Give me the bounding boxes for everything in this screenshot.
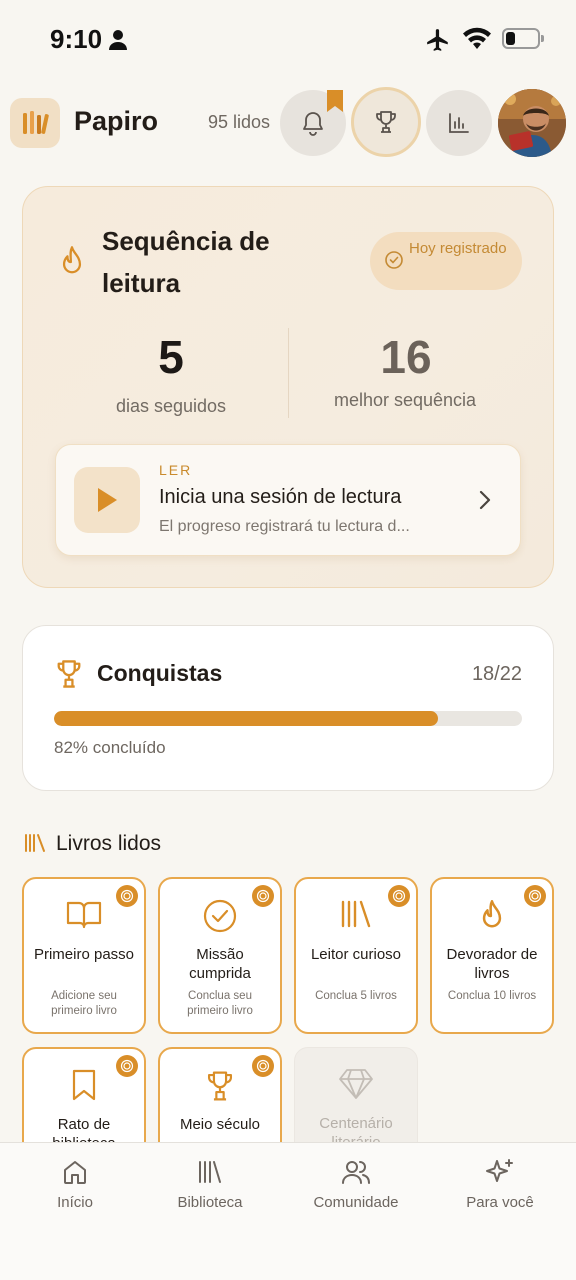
wifi-icon	[463, 27, 491, 49]
avatar-image	[498, 89, 566, 157]
nav-item-biblioteca[interactable]: Biblioteca	[138, 1158, 282, 1211]
books-logo-icon	[23, 111, 49, 134]
badge-name: Primeiro passo	[33, 946, 135, 963]
badge-devorador-de-livros[interactable]: Devorador de livros Conclua 10 livros	[430, 877, 554, 1034]
badge-description: Conclua 5 livros	[315, 990, 397, 1002]
app-logo	[10, 98, 60, 148]
badge-description: Conclua seu primeiro livro	[187, 990, 253, 1017]
home-icon	[64, 1161, 86, 1184]
nav-item-para-voce[interactable]: Para você	[428, 1158, 572, 1211]
play-icon	[98, 488, 117, 512]
bookmark-icon	[72, 1069, 96, 1101]
trophy-icon	[57, 660, 81, 688]
achievements-progress-fill	[54, 711, 438, 726]
status-time: 9:10	[50, 24, 103, 54]
achievements-progress-bar	[54, 711, 522, 726]
flame-icon	[62, 246, 82, 274]
streak-title: Sequência de leitura	[102, 226, 270, 298]
play-icon-box	[74, 467, 140, 533]
nav-label: Comunidade	[313, 1194, 399, 1211]
chevron-right-icon	[479, 490, 491, 510]
check-circle-icon	[203, 899, 237, 933]
badge-name: Leitor curioso	[310, 946, 402, 963]
achievements-progress-label: 82% concluído	[54, 738, 166, 757]
trophy-icon	[376, 111, 396, 133]
check-circle-icon	[385, 251, 403, 269]
airplane-icon	[427, 29, 448, 51]
nav-item-inicio[interactable]: Início	[3, 1158, 147, 1211]
badge-description: Conclua 10 livros	[447, 990, 537, 1002]
best-streak-value: 16	[380, 331, 432, 383]
app-title: Papiro	[74, 106, 159, 136]
badge-primeiro-passo[interactable]: Primeiro passo Adicione seu primeiro liv…	[22, 877, 146, 1034]
library-icon	[25, 834, 45, 852]
best-streak-label: melhor sequência	[333, 390, 477, 410]
badge-leitor-curioso[interactable]: Leitor curioso Conclua 5 livros	[294, 877, 418, 1034]
read-count: 95 lidos	[208, 112, 271, 132]
gem-icon	[339, 1069, 373, 1099]
sparkles-icon	[486, 1159, 513, 1182]
achievements-title: Conquistas	[97, 660, 223, 686]
current-streak-value: 5	[158, 331, 184, 383]
battery-icon	[502, 28, 544, 49]
badge-description: Adicione seu primeiro livro	[51, 990, 117, 1017]
library-icon	[341, 900, 371, 928]
badge-name: Meio século	[179, 1116, 261, 1133]
flame-icon	[482, 900, 502, 928]
current-streak-label: dias seguidos	[115, 396, 227, 416]
nav-item-comunidade[interactable]: Comunidade	[284, 1158, 428, 1211]
nav-label: Para você	[466, 1194, 534, 1211]
user-avatar[interactable]	[498, 89, 566, 157]
stats-button[interactable]	[426, 90, 492, 156]
session-kicker: LER	[159, 462, 193, 478]
trophy-icon	[207, 1071, 233, 1101]
nav-label: Biblioteca	[177, 1194, 243, 1211]
session-title: Inicia una sesión de lectura	[159, 486, 402, 508]
badge-name: Missão cumprida	[189, 946, 251, 982]
today-logged-text: Hoy registrado	[409, 240, 507, 257]
bar-chart-icon	[449, 113, 469, 133]
achievements-card[interactable]	[22, 625, 554, 791]
library-icon	[199, 1161, 221, 1183]
users-icon	[342, 1161, 370, 1184]
person-icon	[109, 30, 127, 50]
bell-icon	[303, 112, 323, 136]
badge-name: Devorador de livros	[446, 946, 538, 982]
achievements-button[interactable]	[351, 87, 421, 157]
session-subtitle: El progreso registrará tu lectura d...	[159, 518, 410, 535]
badge-missao-cumprida[interactable]: Missão cumprida Conclua seu primeiro liv…	[158, 877, 282, 1034]
bookmark-badge-icon	[327, 90, 343, 112]
achievements-count: 18/22	[471, 663, 522, 685]
book-open-icon	[66, 901, 102, 929]
books-read-title: Livros lidos	[56, 832, 162, 855]
nav-label: Início	[57, 1194, 93, 1211]
